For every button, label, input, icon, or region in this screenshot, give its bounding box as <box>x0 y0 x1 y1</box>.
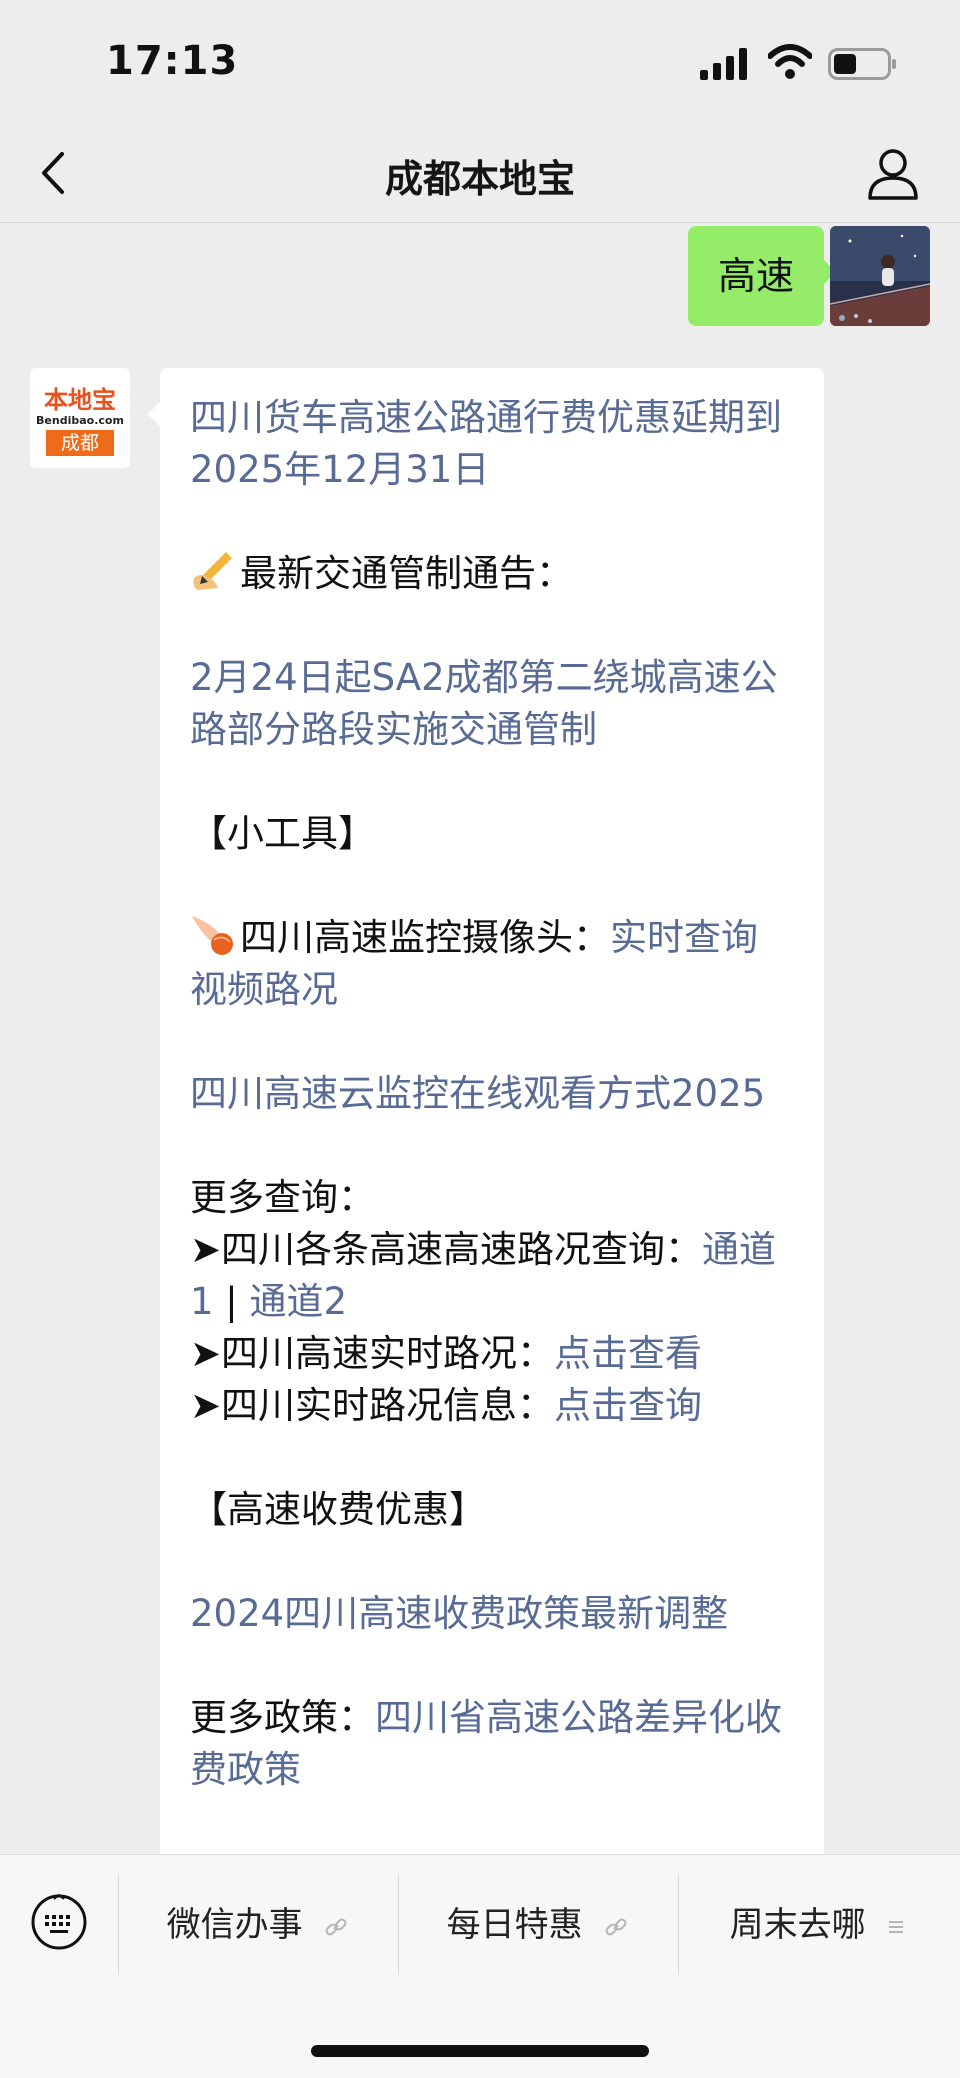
more-query-label: 更多查询： <box>190 1176 375 1219</box>
chat-area[interactable]: 高速 本地宝 Bendibao.com 成都 四川货车高速公路通行费优惠延期到2… <box>0 222 960 1854</box>
menu-item-label: 微信办事 <box>166 1905 303 1945</box>
link-icon <box>325 1918 347 1935</box>
realtime-link[interactable]: 点击查看 <box>554 1332 702 1375</box>
traffic-notice-label: 最新交通管制通告： <box>240 552 573 595</box>
bot-avatar[interactable]: 本地宝 Bendibao.com 成都 <box>30 368 130 468</box>
cloud-paragraph: 四川高速云监控在线观看方式2025 <box>190 1068 794 1120</box>
battery-icon <box>828 48 896 80</box>
home-indicator <box>311 2045 649 2057</box>
cloud-monitor-link[interactable]: 四川高速云监控在线观看方式2025 <box>190 1072 765 1115</box>
realtime-label: ➤四川高速实时路况： <box>190 1332 555 1375</box>
nav-bar: 成都本地宝 <box>0 126 960 223</box>
info-line: ➤四川实时路况信息：点击查询 <box>190 1380 794 1432</box>
bot-message-bubble: 四川货车高速公路通行费优惠延期到2025年12月31日 最新交通管制通告： 2月… <box>148 368 824 1854</box>
toll-heading-text: 【高速收费优惠】 <box>190 1488 486 1531</box>
traffic-notice-link[interactable]: 2月24日起SA2成都第二绕城高速公路部分路段实施交通管制 <box>190 656 778 751</box>
toll-policy-paragraph: 2024四川高速收费政策最新调整 <box>190 1588 794 1640</box>
road-query-line: ➤四川各条高速高速路况查询：通道1 | 通道2 <box>190 1224 794 1328</box>
toll-heading: 【高速收费优惠】 <box>190 1484 794 1536</box>
cellular-signal-icon <box>700 48 747 80</box>
menu-item-weekend[interactable]: 周末去哪 <box>678 1875 958 1975</box>
channel2-link[interactable]: 通道2 <box>250 1280 348 1323</box>
channel-separator: | <box>213 1280 250 1323</box>
wifi-icon <box>768 44 812 79</box>
menu-item-daily-deals[interactable]: 每日特惠 <box>398 1875 678 1975</box>
link-icon <box>605 1918 627 1935</box>
more-query-block: 更多查询： ➤四川各条高速高速路况查询：通道1 | 通道2 ➤四川高速实时路况：… <box>190 1172 794 1432</box>
camera-label: 四川高速监控摄像头： <box>240 916 610 959</box>
writing-hand-icon <box>193 552 232 590</box>
comet-icon <box>192 916 233 955</box>
traffic-notice-paragraph: 最新交通管制通告： <box>190 548 794 600</box>
keyboard-icon[interactable] <box>30 1893 88 1951</box>
logo-text: 本地宝 <box>44 386 116 414</box>
menu-item-wechat-services[interactable]: 微信办事 <box>118 1875 398 1975</box>
user-avatar[interactable] <box>830 226 930 326</box>
page-title: 成都本地宝 <box>384 157 575 201</box>
submenu-icon <box>889 1920 904 1933</box>
camera-paragraph: 四川高速监控摄像头：实时查询视频路况 <box>190 912 794 1016</box>
road-query-label: ➤四川各条高速高速路况查询： <box>190 1228 703 1271</box>
tools-heading: 【小工具】 <box>190 808 794 860</box>
menu-item-label: 周末去哪 <box>729 1905 866 1945</box>
more-policy-paragraph: 更多政策：四川省高速公路差异化收费政策 <box>190 1692 794 1796</box>
headline-paragraph: 四川货车高速公路通行费优惠延期到2025年12月31日 <box>190 392 794 496</box>
traffic-link-paragraph: 2月24日起SA2成都第二绕城高速公路部分路段实施交通管制 <box>190 652 794 756</box>
toll-policy-link[interactable]: 2024四川高速收费政策最新调整 <box>190 1592 728 1635</box>
user-message-text: 高速 <box>717 254 794 298</box>
realtime-line: ➤四川高速实时路况：点击查看 <box>190 1328 794 1380</box>
logo-domain: Bendibao.com <box>36 414 124 427</box>
info-link[interactable]: 点击查询 <box>554 1384 702 1427</box>
menu-item-label: 每日特惠 <box>446 1905 583 1945</box>
logo-city: 成都 <box>46 430 114 456</box>
user-message-bubble[interactable]: 高速 <box>687 226 837 326</box>
status-time: 17:13 <box>106 38 239 84</box>
info-label: ➤四川实时路况信息： <box>190 1384 555 1427</box>
more-policy-label: 更多政策： <box>190 1696 375 1739</box>
headline-link[interactable]: 四川货车高速公路通行费优惠延期到2025年12月31日 <box>190 396 782 491</box>
person-icon[interactable] <box>866 146 920 202</box>
tools-heading-text: 【小工具】 <box>190 812 375 855</box>
status-bar: 17:13 <box>0 0 960 126</box>
bottom-menu-bar: 微信办事 每日特惠 周末去哪 <box>0 1854 960 2078</box>
